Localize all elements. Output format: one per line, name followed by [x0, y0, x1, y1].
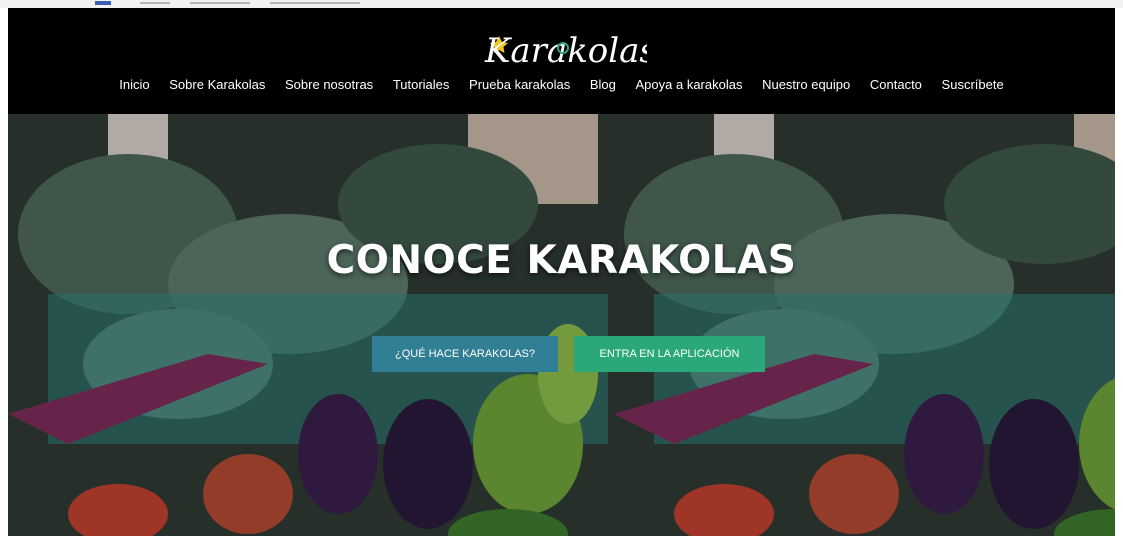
- nav-item-suscribete[interactable]: Suscríbete: [942, 77, 1004, 92]
- browser-bookmarks-strip: [0, 0, 1123, 8]
- nav-item-apoya-a-karakolas[interactable]: Apoya a karakolas: [636, 77, 743, 92]
- page-frame: Karakolas Inicio Sobre Karakolas Sobre n…: [8, 8, 1115, 536]
- bookmark-icon[interactable]: [95, 1, 111, 5]
- nav-item-nuestro-equipo[interactable]: Nuestro equipo: [762, 77, 850, 92]
- hero-section: CONOCE KARAKOLAS ¿QUÉ HACE KARAKOLAS? EN…: [8, 114, 1115, 536]
- hero-overlay: [8, 114, 1115, 536]
- site-header: Karakolas Inicio Sobre Karakolas Sobre n…: [8, 8, 1115, 114]
- logo-text: Karakolas: [484, 31, 647, 70]
- karakolas-logo: Karakolas: [484, 31, 647, 70]
- main-nav: Inicio Sobre Karakolas Sobre nosotras Tu…: [8, 77, 1115, 92]
- bookmark-item[interactable]: [140, 2, 170, 4]
- hero-title: CONOCE KARAKOLAS: [326, 238, 797, 283]
- logo[interactable]: Karakolas: [8, 24, 1115, 75]
- nav-item-sobre-nosotras[interactable]: Sobre nosotras: [285, 77, 373, 92]
- bookmark-item[interactable]: [270, 2, 360, 4]
- nav-item-prueba-karakolas[interactable]: Prueba karakolas: [469, 77, 570, 92]
- entra-en-la-aplicacion-button[interactable]: ENTRA EN LA APLICACIÓN: [574, 336, 765, 372]
- nav-item-blog[interactable]: Blog: [590, 77, 616, 92]
- bookmark-item[interactable]: [190, 2, 250, 4]
- nav-item-contacto[interactable]: Contacto: [870, 77, 922, 92]
- que-hace-karakolas-button[interactable]: ¿QUÉ HACE KARAKOLAS?: [372, 336, 558, 372]
- nav-item-inicio[interactable]: Inicio: [119, 77, 149, 92]
- nav-item-sobre-karakolas[interactable]: Sobre Karakolas: [169, 77, 265, 92]
- nav-item-tutoriales[interactable]: Tutoriales: [393, 77, 450, 92]
